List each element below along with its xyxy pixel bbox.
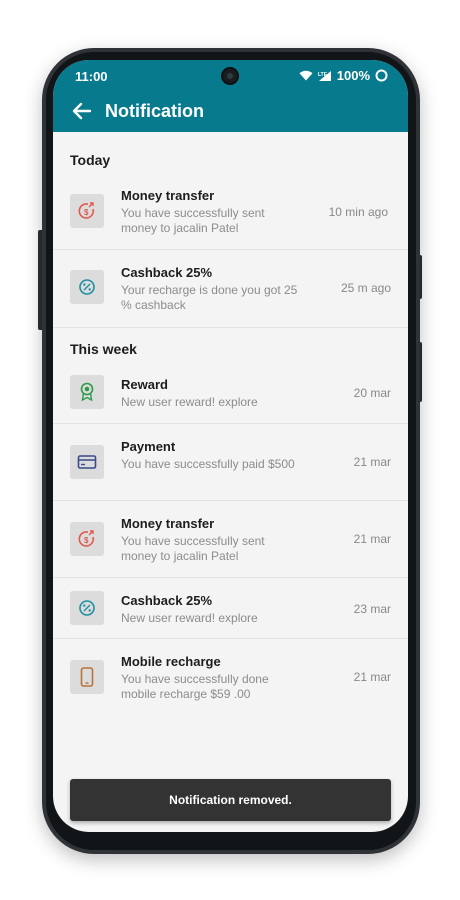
- snackbar: Notification removed.: [70, 779, 391, 821]
- section-title-this-week: This week: [70, 341, 137, 357]
- notification-icon-box: $: [70, 194, 104, 228]
- notification-title: Cashback 25%: [121, 593, 213, 608]
- svg-text:$: $: [84, 208, 89, 217]
- notification-time: 25 m ago: [340, 281, 391, 295]
- notification-icon-box: [70, 591, 104, 625]
- status-time: 11:00: [75, 69, 108, 84]
- notification-title: Money transfer: [121, 188, 215, 203]
- reward-icon: [80, 382, 94, 402]
- notification-title: Money transfer: [121, 516, 215, 531]
- mobile-icon: [80, 667, 94, 687]
- notification-description: You have successfully done mobile rechar…: [121, 672, 269, 701]
- back-button[interactable]: [71, 100, 93, 122]
- money-transfer-icon: $: [78, 202, 95, 219]
- notification-item[interactable]: $ Money transfer You have successfully s…: [53, 173, 408, 250]
- signal-icon: LTE: [318, 70, 331, 81]
- notification-time: 21 mar: [353, 455, 391, 469]
- battery-icon: [375, 69, 388, 82]
- notification-description: New user reward! explore: [121, 611, 258, 625]
- notification-time: 23 mar: [353, 602, 391, 616]
- notification-icon-box: [70, 270, 104, 304]
- notification-item[interactable]: Cashback 25% Your recharge is done you g…: [53, 250, 408, 328]
- notification-description: New user reward! explore: [121, 395, 258, 409]
- notification-icon-box: [70, 445, 104, 479]
- svg-text:LTE: LTE: [318, 72, 328, 78]
- notification-title: Mobile recharge: [121, 654, 221, 669]
- notification-title: Payment: [121, 439, 176, 454]
- notification-item[interactable]: $ Money transfer You have successfully s…: [53, 501, 408, 578]
- status-icons: LTE 100%: [299, 68, 388, 83]
- notification-description: You have successfully sent money to jaca…: [121, 534, 265, 563]
- cashback-icon: [79, 279, 95, 295]
- notification-item[interactable]: Payment You have successfully paid $500 …: [53, 424, 408, 501]
- section-title-today: Today: [70, 152, 111, 168]
- notification-item[interactable]: Reward New user reward! explore 20 mar: [53, 362, 408, 424]
- status-bar: 11:00 LTE 100%: [53, 60, 408, 90]
- notification-description: You have successfully sent money to jaca…: [121, 206, 265, 235]
- notification-icon-box: [70, 660, 104, 694]
- notification-time: 20 mar: [353, 386, 391, 400]
- app-bar: Notification: [53, 94, 408, 132]
- front-camera: [221, 67, 239, 85]
- phone-screen: 11:00 LTE 100% Notification Today $ Mone…: [53, 60, 408, 832]
- notification-time: 10 min ago: [328, 205, 388, 219]
- page-title: Notification: [105, 101, 204, 121]
- notification-time: 21 mar: [353, 532, 391, 546]
- snackbar-message: Notification removed.: [169, 793, 292, 807]
- top-app-bar: 11:00 LTE 100% Notification: [53, 60, 408, 132]
- notification-description: You have successfully paid $500: [121, 457, 295, 471]
- notification-item[interactable]: Cashback 25% New user reward! explore 23…: [53, 578, 408, 639]
- wifi-icon: [299, 70, 313, 81]
- battery-percentage: 100%: [336, 68, 370, 83]
- money-transfer-icon: $: [78, 530, 95, 547]
- card-icon: [77, 455, 97, 469]
- back-arrow-icon: [72, 102, 92, 120]
- notification-description: Your recharge is done you got 25 % cashb…: [121, 283, 298, 312]
- cashback-icon: [79, 600, 95, 616]
- notification-icon-box: [70, 375, 104, 409]
- notification-item[interactable]: Mobile recharge You have successfully do…: [53, 639, 408, 717]
- notification-title: Reward: [121, 377, 168, 392]
- svg-text:$: $: [84, 536, 89, 545]
- notification-title: Cashback 25%: [121, 265, 213, 280]
- notification-icon-box: $: [70, 522, 104, 556]
- notification-time: 21 mar: [353, 670, 391, 684]
